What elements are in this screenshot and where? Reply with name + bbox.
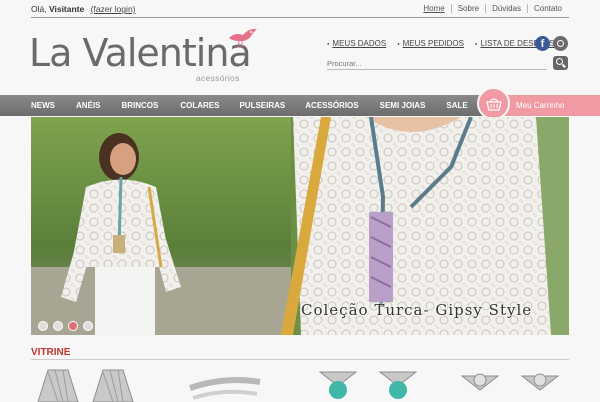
my-data-link[interactable]: MEUS DADOS <box>327 39 386 48</box>
top-link-home[interactable]: Home <box>417 4 450 13</box>
my-orders-link[interactable]: MEUS PEDIDOS <box>397 39 464 48</box>
nav-item-news[interactable]: NEWS <box>31 101 55 110</box>
nav-item-semi-joias[interactable]: SEMI JOIAS <box>380 101 426 110</box>
carousel-dot-3[interactable] <box>68 321 78 331</box>
product-image-earrings-1[interactable] <box>33 366 143 402</box>
instagram-icon[interactable] <box>553 36 568 51</box>
greeting-prefix: Olá, <box>31 4 47 14</box>
top-link-sobre[interactable]: Sobre <box>450 4 485 13</box>
search-icon[interactable] <box>553 56 568 70</box>
carousel-dot-1[interactable] <box>38 321 48 331</box>
carousel-dots <box>38 321 93 331</box>
nav-item-brincos[interactable]: BRINCOS <box>121 101 158 110</box>
top-link-duvidas[interactable]: Dúvidas <box>485 4 527 13</box>
bird-icon <box>229 28 257 48</box>
top-bar: Olá, Visitante (fazer login) Home Sobre … <box>0 0 600 18</box>
facebook-icon[interactable]: f <box>535 36 550 51</box>
nav-item-acessorios[interactable]: ACESSÓRIOS <box>305 101 358 110</box>
carousel-dot-4[interactable] <box>83 321 93 331</box>
nav-item-colares[interactable]: COLARES <box>180 101 219 110</box>
nav-item-sale[interactable]: SALE <box>446 101 467 110</box>
visitor-name: Visitante <box>48 4 85 14</box>
product-image-earrings-3[interactable] <box>460 366 570 402</box>
login-link[interactable]: (fazer login) <box>91 4 136 14</box>
section-title-vitrine: VITRINE <box>31 347 71 358</box>
basket-icon <box>486 98 502 111</box>
account-links: MEUS DADOS MEUS PEDIDOS LISTA DE DESEJOS <box>327 39 554 48</box>
cart-label[interactable]: Meu Carrinho <box>516 101 564 110</box>
nav-item-aneis[interactable]: ANÉIS <box>76 101 100 110</box>
section-divider <box>31 359 569 360</box>
top-divider <box>31 17 569 18</box>
greeting: Olá, Visitante (fazer login) <box>31 4 136 14</box>
logo-subtitle: acessórios <box>196 73 240 83</box>
banner-caption: Coleção Turca- Gipsy Style <box>301 301 533 319</box>
top-link-contato[interactable]: Contato <box>526 4 568 13</box>
search-input[interactable] <box>327 58 547 70</box>
nav-item-pulseiras[interactable]: PULSEIRAS <box>239 101 285 110</box>
logo-text: La Valentina <box>29 31 252 75</box>
logo[interactable]: La Valentina acessórios <box>29 25 269 87</box>
product-image-bracelet[interactable] <box>185 366 265 402</box>
product-image-earrings-2[interactable] <box>318 366 428 402</box>
carousel-dot-2[interactable] <box>53 321 63 331</box>
hero-banner[interactable]: Coleção Turca- Gipsy Style <box>31 117 569 335</box>
top-links: Home Sobre Dúvidas Contato <box>417 4 568 13</box>
